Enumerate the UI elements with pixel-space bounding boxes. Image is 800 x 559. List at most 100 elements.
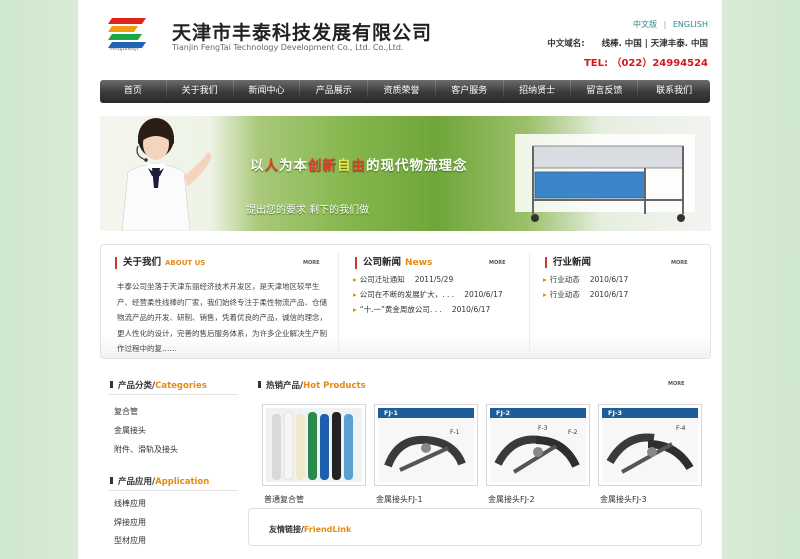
slogan-part: 的现代物流理念 (366, 158, 468, 174)
fj1-image: FJ-1 F-1 (378, 408, 474, 482)
product-card-fj2[interactable]: FJ-2 F-3 F-2 (486, 404, 590, 486)
logistics-cart-image (515, 134, 695, 222)
nav-honors[interactable]: 资质荣誉 (368, 80, 435, 103)
fj3-image: FJ-3 F-4 (602, 408, 698, 482)
lang-cn-link[interactable]: 中文版 (633, 20, 657, 29)
category-metal-joint[interactable]: 金属接头 (114, 425, 146, 436)
nav-products[interactable]: 产品展示 (300, 80, 367, 103)
lang-divider: | (663, 20, 667, 29)
fj1-tag: FJ-1 (378, 408, 474, 418)
application-title: 产品应用/Application (110, 475, 209, 487)
composite-pipes-image (266, 408, 362, 482)
nav-service[interactable]: 客户服务 (436, 80, 503, 103)
fj2-image: FJ-2 F-3 F-2 (490, 408, 586, 482)
hot-products-title: 热销产品/Hot Products (258, 379, 366, 391)
category-accessories[interactable]: 附件、滑轨及接头 (114, 444, 178, 455)
product-name[interactable]: 普通复合管 (264, 494, 304, 505)
company-name-en: Tianjin FengTai Technology Development C… (172, 43, 404, 52)
part-label: F-4 (676, 425, 686, 432)
application-profile[interactable]: 型材应用 (114, 535, 146, 546)
nav-feedback[interactable]: 留言反馈 (571, 80, 637, 103)
metal-joint-icon: F-1 (378, 418, 474, 482)
slogan-highlight: 由 (351, 158, 366, 174)
industry-item[interactable]: ▸ 行业动态 2010/6/17 (543, 272, 628, 287)
banner-subtitle: 提出您的要求 剩下的我们做 (246, 205, 370, 216)
slogan-part: 为本 (279, 158, 308, 174)
nav-home[interactable]: 首页 (100, 80, 166, 103)
divider (108, 394, 238, 395)
application-title-en: Application (155, 477, 210, 487)
logo-caption: Fengtaikeji (110, 46, 139, 52)
nav-contact[interactable]: 联系我们 (638, 80, 710, 103)
hot-products-title-en: Hot Products (303, 381, 366, 391)
banner-slogan: 以人为本创新自由的现代物流理念 (250, 154, 468, 174)
industry-list: ▸ 行业动态 2010/6/17 ▸ 行业动态 2010/6/17 (543, 272, 628, 302)
nav-jobs[interactable]: 招纳贤士 (504, 80, 571, 103)
hot-products-more-link[interactable]: MORE (668, 381, 685, 387)
info-section: 关于我们 ABOUT US MORE 丰泰公司坐落于天津东丽经济技术开发区，是天津… (100, 244, 711, 359)
product-card-fj1[interactable]: FJ-1 F-1 (374, 404, 478, 486)
news-title-cn: 公司新闻 (363, 257, 402, 268)
application-welding[interactable]: 焊接应用 (114, 517, 146, 528)
about-more-link[interactable]: MORE (303, 260, 320, 266)
industry-item-date: 2010/6/17 (589, 290, 629, 299)
industry-more-link[interactable]: MORE (671, 260, 688, 266)
news-list: ▸ 公司迁址通知 2011/5/29 ▸ 公司在不断的发展扩大，. . . 2010/6… (353, 272, 503, 317)
application-pipe-rack[interactable]: 线棒应用 (114, 498, 146, 509)
customer-service-woman-image (121, 118, 212, 231)
friendlink-title-cn: 友情链接/ (269, 525, 304, 534)
news-item[interactable]: ▸ 公司迁址通知 2011/5/29 (353, 272, 503, 287)
news-title-en: News (405, 258, 433, 268)
page: Fengtaikeji 天津市丰泰科技发展有限公司 Tianjin FengTa… (78, 0, 722, 559)
industry-item-date: 2010/6/17 (589, 275, 629, 284)
news-item-title: 公司迁址通知 (359, 275, 405, 284)
metal-joint-icon: F-3 F-2 (490, 418, 586, 482)
categories-title-en: Categories (155, 381, 207, 391)
about-title: 关于我们 ABOUT US (115, 257, 205, 269)
nav-about[interactable]: 关于我们 (167, 80, 233, 103)
application-title-cn: 产品应用/ (118, 477, 156, 487)
about-text: 丰泰公司坐落于天津东丽经济技术开发区，是天津地区较早生产、经营柔性线棒的厂家，我… (117, 282, 327, 353)
product-name[interactable]: 金属接头FJ-2 (488, 494, 535, 505)
news-more-link[interactable]: MORE (489, 260, 506, 266)
slogan-highlight: 自 (337, 158, 352, 174)
industry-item[interactable]: ▸ 行业动态 2010/6/17 (543, 287, 628, 302)
friendlink-title-en: FriendLink (303, 525, 352, 534)
lang-en-link[interactable]: ENGLISH (673, 20, 708, 29)
news-item-title: “十.一”黄金周放公司. . . (359, 305, 442, 314)
company-news-box: 公司新闻 News MORE ▸ 公司迁址通知 2011/5/29 ▸ 公司在不断的发展… (341, 245, 526, 358)
product-card-composite-pipe[interactable] (262, 404, 366, 486)
friendlink-title: 友情链接/FriendLink (269, 524, 351, 535)
about-title-cn: 关于我们 (123, 257, 162, 268)
news-title: 公司新闻 News (355, 257, 432, 269)
chinese-domain: 中文域名: 线棒. 中国 | 天津丰泰. 中国 (547, 37, 708, 49)
fj3-tag: FJ-3 (602, 408, 698, 418)
domain-values[interactable]: 线棒. 中国 | 天津丰泰. 中国 (602, 39, 708, 49)
categories-title: 产品分类/Categories (110, 379, 207, 391)
news-item-date: 2011/5/29 (414, 275, 454, 284)
divider (108, 490, 238, 491)
product-name[interactable]: 金属接头FJ-3 (600, 494, 647, 505)
news-item-date: 2010/6/17 (451, 305, 491, 314)
divider (338, 253, 339, 353)
part-label: F-3 (538, 425, 548, 432)
divider (529, 253, 530, 353)
news-item[interactable]: ▸ “十.一”黄金周放公司. . . 2010/6/17 (353, 302, 503, 317)
industry-item-title: 行业动态 (549, 290, 580, 299)
nav-news[interactable]: 新闻中心 (234, 80, 300, 103)
friendlink-box: 友情链接/FriendLink (248, 508, 702, 546)
product-card-fj3[interactable]: FJ-3 F-4 (598, 404, 702, 486)
about-box: 关于我们 ABOUT US MORE 丰泰公司坐落于天津东丽经济技术开发区，是天津… (101, 245, 336, 358)
industry-title: 行业新闻 (545, 257, 591, 268)
product-name[interactable]: 金属接头FJ-1 (376, 494, 423, 505)
category-composite-pipe[interactable]: 复合管 (114, 406, 138, 417)
company-name-cn: 天津市丰泰科技发展有限公司 (172, 22, 433, 44)
industry-item-title: 行业动态 (549, 275, 580, 284)
news-item-date: 2010/6/17 (464, 290, 503, 299)
hero-banner: 以人为本创新自由的现代物流理念 提出您的要求 剩下的我们做 (100, 116, 711, 231)
metal-joint-icon: F-4 (602, 418, 698, 482)
part-label: F-2 (568, 429, 578, 436)
news-item-title: 公司在不断的发展扩大，. . . (359, 290, 455, 299)
news-item[interactable]: ▸ 公司在不断的发展扩大，. . . 2010/6/17 (353, 287, 503, 302)
part-label: F-1 (450, 429, 460, 436)
